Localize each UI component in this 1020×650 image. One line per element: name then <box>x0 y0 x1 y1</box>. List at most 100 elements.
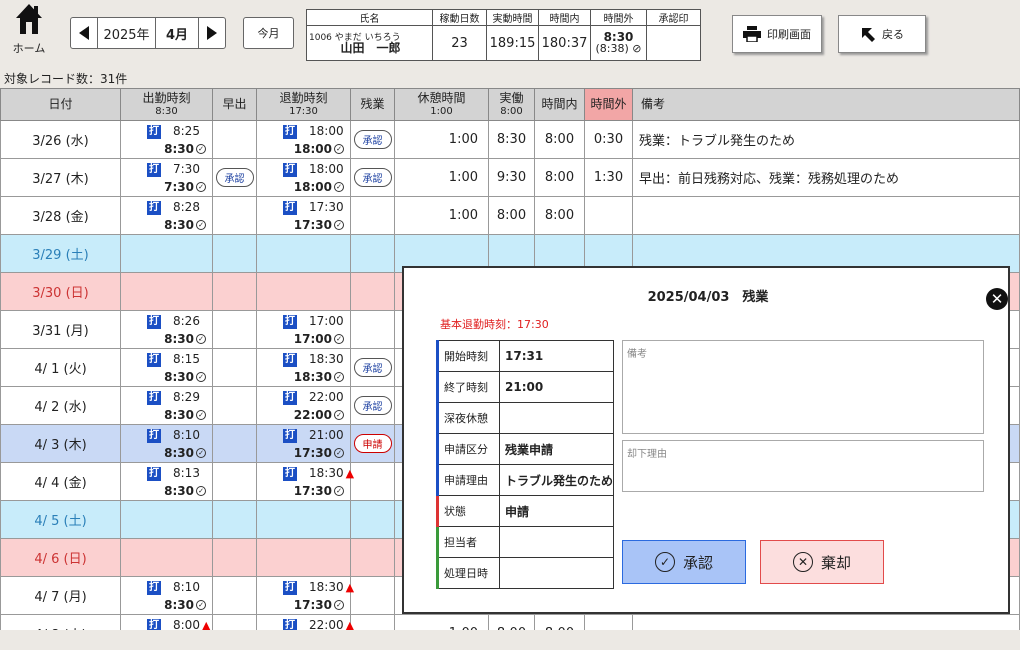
out-cell[interactable]: 打 17:00 17:00 ✓ <box>257 312 350 348</box>
detail-value: 21:00 <box>499 371 614 403</box>
stamp-icon: 打 <box>283 352 297 367</box>
out-cell[interactable]: 打 22:00 ▲ <box>257 616 354 630</box>
ot-status-pill[interactable]: 承認 <box>353 168 392 187</box>
early-status-pill[interactable]: 承認 <box>215 168 254 187</box>
remark-cell: 早出：前日残務対応、残業：残務処理のため <box>632 158 1020 197</box>
actual-cell: 8:00 <box>488 196 535 235</box>
this-month-button[interactable]: 今月 <box>243 17 294 49</box>
check-circle-icon: ✓ <box>196 144 206 154</box>
back-arrow-icon <box>862 28 875 42</box>
in-cell[interactable]: 打 8:26 8:30 ✓ <box>121 312 212 348</box>
employee-cell: 1006 やまだ いちろう 山田 一郎 <box>306 25 433 61</box>
print-label: 印刷画面 <box>767 28 811 41</box>
clock-in-td <box>120 272 213 311</box>
in-cell[interactable]: 打 8:28 8:30 ✓ <box>121 198 212 234</box>
out-cell[interactable]: 打 18:00 18:00 ✓ <box>257 122 350 158</box>
out-fixed: 17:30 ✓ <box>294 598 344 612</box>
top-bar: ホーム 2025年 4月 今月 氏名 稼動日数 実動時間 時間内 時間外 承認印… <box>0 0 1020 66</box>
dialog-body: 2025/04/03 残業 ✕ 基本退勤時刻：17:30 開始時刻 17:31 終… <box>418 278 1008 603</box>
overtime-td <box>350 196 395 235</box>
out-cell[interactable]: 打 21:00 17:30 ✓ <box>257 426 350 462</box>
within-cell: 8:00 <box>534 196 585 235</box>
table-row[interactable]: 4/ 8 (火) 打 8:00▲ 打 22:00▲ 1:00 8:00 8:00 <box>0 614 1020 630</box>
early-td <box>212 234 257 273</box>
reject-button[interactable]: ✕ 棄却 <box>760 540 884 584</box>
ot-status-pill[interactable]: 承認 <box>353 396 392 415</box>
out-raw: 17:00 <box>309 313 344 328</box>
col-actual: 実働 8:00 <box>488 88 535 121</box>
in-cell[interactable]: 打 8:10 8:30 ✓ <box>121 578 212 614</box>
out-raw: 18:30 ▲ <box>309 465 355 480</box>
in-cell[interactable]: 打 8:15 8:30 ✓ <box>121 350 212 386</box>
back-button[interactable]: 戻る <box>838 15 926 53</box>
detail-value: 残業申請 <box>499 433 614 465</box>
ot-status-pill[interactable]: 承認 <box>353 358 392 377</box>
summary-header-name: 氏名 <box>306 8 433 27</box>
memo-textarea[interactable]: 備考 <box>622 340 984 434</box>
out-cell[interactable]: 打 18:30 ▲ 17:30 ✓ <box>257 464 354 500</box>
clock-out-td: 打 22:00 ▲ <box>256 614 354 630</box>
early-td <box>212 500 257 539</box>
in-cell[interactable]: 打 8:25 8:30 ✓ <box>121 122 212 158</box>
ot-status-pill[interactable]: 承認 <box>353 130 392 149</box>
home-button[interactable]: ホーム <box>6 2 52 62</box>
col-overtime-request-label: 残業 <box>360 97 385 111</box>
out-cell[interactable]: 打 22:00 22:00 ✓ <box>257 388 350 424</box>
early-td <box>212 348 257 387</box>
out-cell[interactable]: 打 17:30 17:30 ✓ <box>257 198 350 234</box>
reject-reason-textarea[interactable]: 却下理由 <box>622 440 984 492</box>
out-raw: 18:00 <box>309 161 344 176</box>
summary-table: 氏名 稼動日数 実動時間 時間内 時間外 承認印 1006 やまだ いちろう 山… <box>306 8 701 61</box>
out-fixed: 17:30 ✓ <box>294 446 344 460</box>
stamp-icon: 打 <box>283 314 297 329</box>
reject-label: 棄却 <box>820 553 851 572</box>
table-row[interactable]: 3/27 (木) 打 7:30 7:30 ✓ 承認 打 18:00 18:00 ✓ … <box>0 158 1020 197</box>
in-raw: 8:10 <box>173 579 200 594</box>
clock-in-td: 打 8:26 8:30 ✓ <box>120 310 213 349</box>
overtime-td <box>350 272 395 311</box>
in-cell[interactable]: 打 8:29 8:30 ✓ <box>121 388 212 424</box>
remark-cell <box>632 614 1020 630</box>
summary-header-within: 時間内 <box>538 8 591 27</box>
in-raw: 8:28 <box>173 199 200 214</box>
in-cell[interactable]: 打 8:00 ▲ <box>121 616 212 630</box>
col-remarks: 備考 <box>632 88 1020 121</box>
summary-header-days: 稼動日数 <box>432 8 487 27</box>
out-cell[interactable]: 打 18:30 ▲ 17:30 ✓ <box>257 578 354 614</box>
table-row[interactable]: 3/26 (水) 打 8:25 8:30 ✓ 打 18:00 18:00 ✓ 承認 … <box>0 120 1020 159</box>
early-td <box>212 310 257 349</box>
approve-button[interactable]: ✓ 承認 <box>622 540 746 584</box>
stamp-icon: 打 <box>147 390 161 405</box>
check-circle-icon: ✓ <box>334 448 344 458</box>
check-circle-icon: ✓ <box>334 144 344 154</box>
table-row[interactable]: 3/28 (金) 打 8:28 8:30 ✓ 打 17:30 17:30 ✓ 1:0… <box>0 196 1020 235</box>
overtime-td <box>350 500 395 539</box>
col-break: 休憩時間 1:00 <box>394 88 489 121</box>
out-cell[interactable]: 打 18:30 18:30 ✓ <box>257 350 350 386</box>
bottom-bar <box>0 630 1020 650</box>
early-td <box>212 614 257 630</box>
in-fixed: 8:30 ✓ <box>164 598 206 612</box>
date-cell: 3/30 (日) <box>0 272 121 311</box>
in-cell[interactable]: 打 8:13 8:30 ✓ <box>121 464 212 500</box>
stamp-icon: 打 <box>147 124 161 139</box>
x-circle-icon: ✕ <box>792 552 813 572</box>
stamp-icon: 打 <box>283 466 297 481</box>
next-month-button[interactable] <box>199 18 225 48</box>
summary-header-approval: 承認印 <box>646 8 701 27</box>
in-cell[interactable]: 打 7:30 7:30 ✓ <box>121 160 212 196</box>
in-cell[interactable]: 打 8:10 8:30 ✓ <box>121 426 212 462</box>
overtime-hours-cell: 8:30 (8:38) ⊘ <box>590 25 647 61</box>
print-button[interactable]: 印刷画面 <box>732 15 822 53</box>
prev-month-button[interactable] <box>71 18 97 48</box>
clock-in-td: 打 8:25 8:30 ✓ <box>120 120 213 159</box>
ot-status-pill[interactable]: 申請 <box>353 434 392 453</box>
close-icon[interactable]: ✕ <box>986 288 1008 310</box>
break-cell: 1:00 <box>394 614 489 630</box>
out-fixed: 18:00 ✓ <box>294 180 344 194</box>
date-cell: 4/ 5 (土) <box>0 500 121 539</box>
stamp-icon: 打 <box>283 580 297 595</box>
out-cell[interactable]: 打 18:00 18:00 ✓ <box>257 160 350 196</box>
stamp-icon: 打 <box>283 200 297 215</box>
approval-stamp-cell <box>646 25 701 61</box>
